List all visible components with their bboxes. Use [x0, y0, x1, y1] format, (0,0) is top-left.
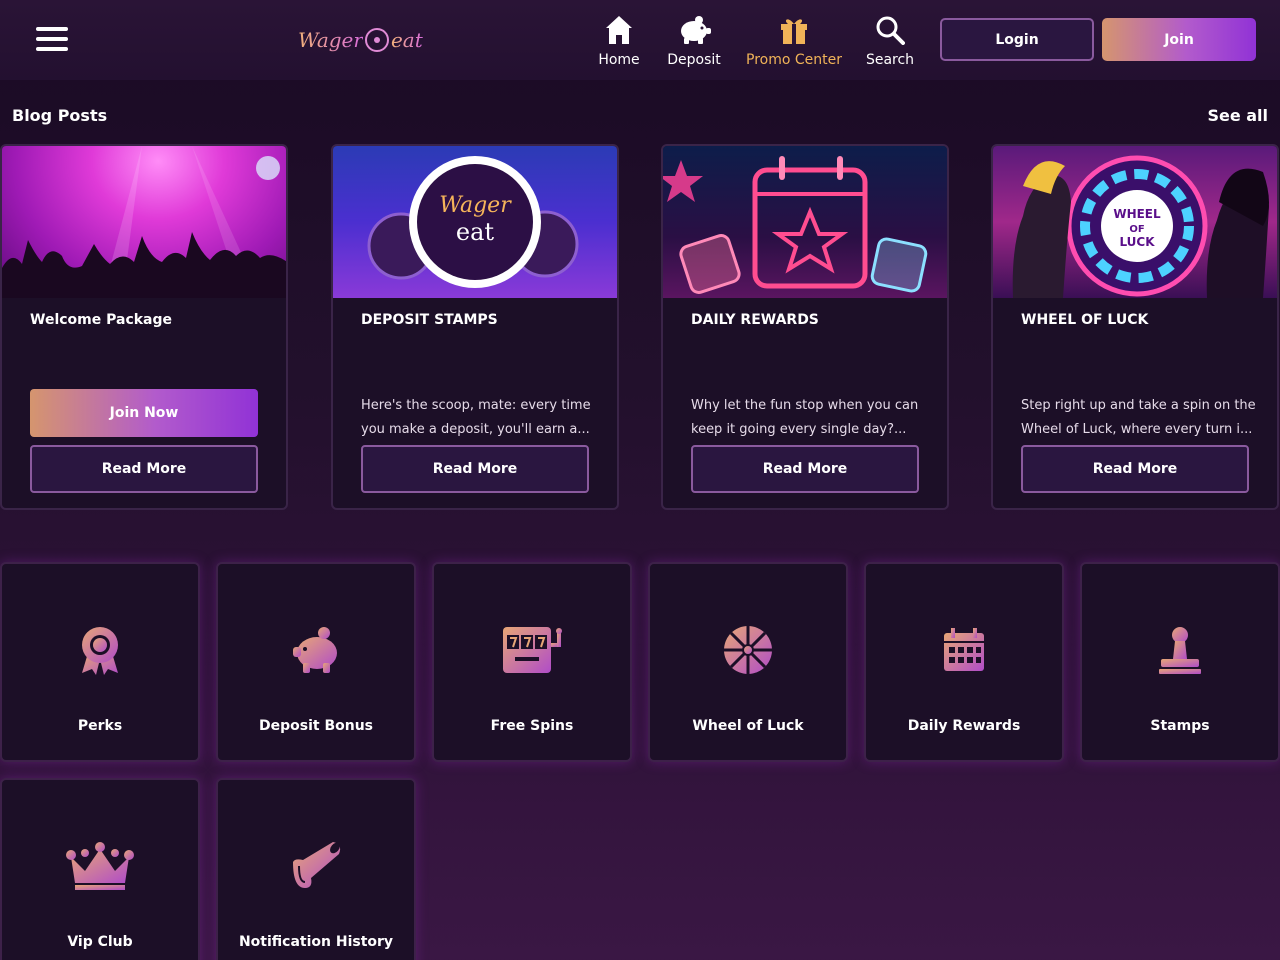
- blog-image-wheel: WHEEL OF LUCK: [993, 146, 1277, 298]
- logo-text-right: eat: [390, 28, 423, 52]
- tile-deposit-bonus[interactable]: Deposit Bonus: [216, 562, 416, 762]
- blog-image-calendar: [663, 146, 947, 298]
- piggy-bank-icon: [677, 14, 711, 46]
- wheel-icon: [650, 622, 846, 678]
- tile-label: Vip Club: [67, 934, 133, 950]
- tile-label: Notification History: [238, 934, 394, 950]
- calendar-icon: [866, 622, 1062, 678]
- blog-image-stamps: Wager eat: [333, 146, 617, 298]
- slot-machine-icon: [434, 622, 630, 678]
- wheel-line2: OF: [1129, 224, 1144, 235]
- stamp-word2: eat: [456, 218, 495, 246]
- read-more-button[interactable]: Read More: [691, 445, 919, 493]
- blog-card-title: DEPOSIT STAMPS: [361, 312, 498, 328]
- nav-home[interactable]: Home: [598, 14, 640, 70]
- tile-label: Free Spins: [490, 718, 574, 734]
- stamp-icon: [1082, 622, 1278, 678]
- blog-card-daily-rewards: DAILY REWARDS Why let the fun stop when …: [661, 144, 949, 510]
- join-button[interactable]: Join: [1102, 18, 1256, 61]
- nav-search[interactable]: Search: [865, 14, 915, 70]
- menu-icon[interactable]: [36, 27, 68, 53]
- nav-deposit-label: Deposit: [667, 52, 721, 68]
- blog-card-deposit-stamps: Wager eat DEPOSIT STAMPS Here's the scoo…: [331, 144, 619, 510]
- read-more-button[interactable]: Read More: [30, 445, 258, 493]
- tile-notification-history[interactable]: Notification History: [216, 778, 416, 960]
- tile-label: Perks: [77, 718, 123, 734]
- logo[interactable]: Wager eat: [298, 22, 423, 58]
- megaphone-icon: [218, 838, 414, 894]
- blog-image-party: [2, 146, 286, 298]
- top-bar: Wager eat Home Deposit Promo Center Sear…: [0, 0, 1280, 80]
- nav-home-label: Home: [598, 52, 640, 68]
- tile-perks[interactable]: Perks: [0, 562, 200, 762]
- join-now-button[interactable]: Join Now: [30, 389, 258, 437]
- read-more-button[interactable]: Read More: [361, 445, 589, 493]
- logo-text-left: Wager: [298, 28, 363, 52]
- blog-card-description: Why let the fun stop when you can keep i…: [691, 398, 919, 437]
- wheel-line1: WHEEL: [1113, 207, 1161, 221]
- logo-chip-icon: [364, 28, 389, 52]
- wheel-line3: LUCK: [1119, 235, 1155, 249]
- nav-deposit[interactable]: Deposit: [667, 14, 721, 70]
- read-more-button[interactable]: Read More: [1021, 445, 1249, 493]
- nav-search-label: Search: [865, 52, 915, 68]
- award-ribbon-icon: [2, 622, 198, 678]
- login-button[interactable]: Login: [940, 18, 1094, 61]
- see-all-link[interactable]: See all: [1207, 106, 1268, 125]
- stamp-word1: Wager: [439, 193, 512, 218]
- tile-free-spins[interactable]: Free Spins: [432, 562, 632, 762]
- nav-promo-center[interactable]: Promo Center: [746, 14, 842, 70]
- nav-promo-center-label: Promo Center: [746, 52, 842, 68]
- blog-card-wheel-of-luck: WHEEL OF LUCK WHEEL OF LUCK Step right u…: [991, 144, 1279, 510]
- search-icon: [875, 14, 905, 46]
- blog-card-title: Welcome Package: [30, 312, 173, 328]
- tile-label: Daily Rewards: [907, 718, 1021, 734]
- blog-card-welcome-package: Welcome Package Join Now Read More: [0, 144, 288, 510]
- section-title: Blog Posts: [12, 106, 108, 125]
- crown-icon: [2, 838, 198, 894]
- tile-stamps[interactable]: Stamps: [1080, 562, 1280, 762]
- tile-daily-rewards[interactable]: Daily Rewards: [864, 562, 1064, 762]
- gift-icon: [780, 14, 808, 46]
- tile-label: Deposit Bonus: [258, 718, 373, 734]
- tile-wheel-of-luck[interactable]: Wheel of Luck: [648, 562, 848, 762]
- blog-card-title: DAILY REWARDS: [691, 312, 819, 328]
- tile-label: Stamps: [1150, 718, 1210, 734]
- blog-card-title: WHEEL OF LUCK: [1021, 312, 1149, 328]
- tile-vip-club[interactable]: Vip Club: [0, 778, 200, 960]
- blog-card-description: Here's the scoop, mate: every time you m…: [361, 398, 591, 437]
- blog-card-description: Step right up and take a spin on the Whe…: [1021, 398, 1256, 437]
- tile-label: Wheel of Luck: [692, 718, 804, 734]
- home-icon: [605, 14, 633, 46]
- piggy-bank-icon: [218, 622, 414, 678]
